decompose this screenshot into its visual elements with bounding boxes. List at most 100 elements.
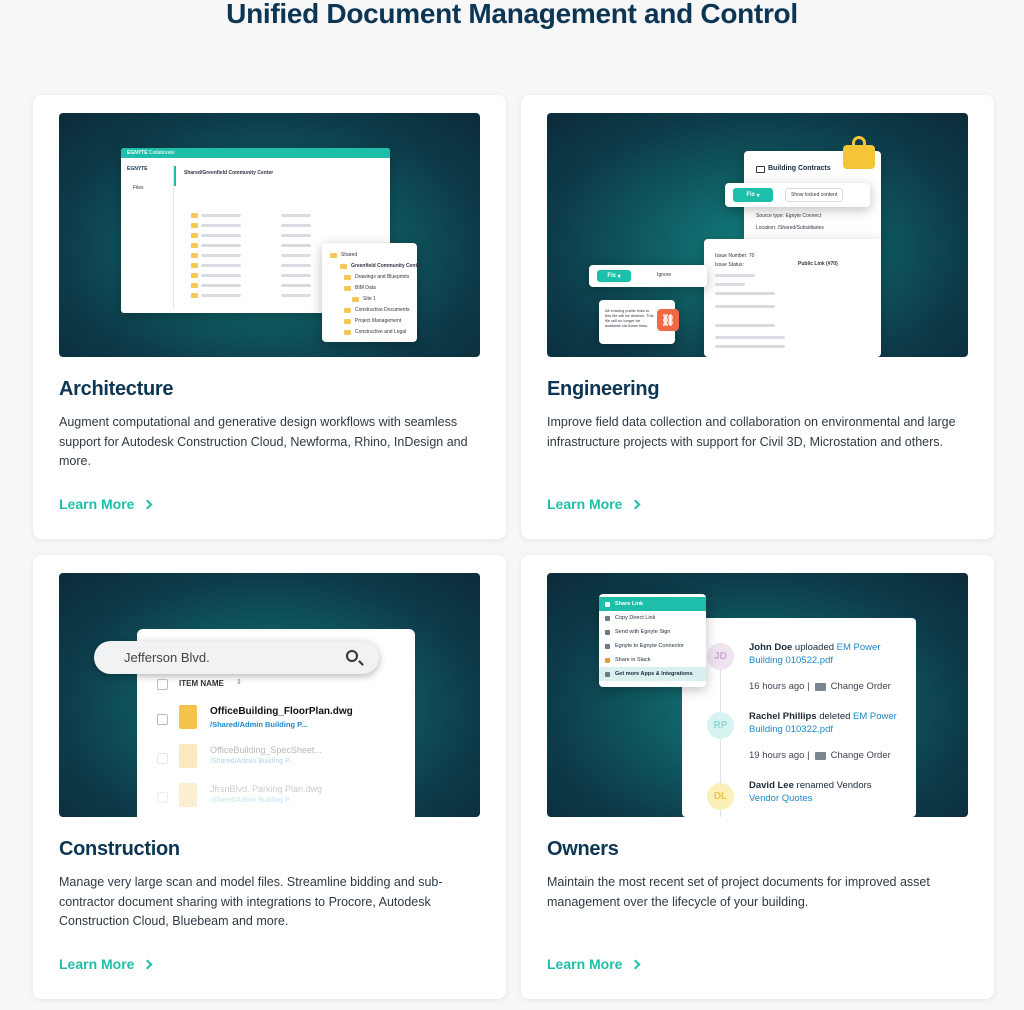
- event-action: renamed Vendors: [796, 780, 872, 791]
- row-bar: [201, 214, 241, 217]
- tree-item[interactable]: Drawings and Blueprints: [355, 274, 409, 280]
- search-input[interactable]: Jefferson Blvd.: [124, 650, 210, 665]
- event-time: 16 hours ago | Change Order: [749, 681, 891, 692]
- file-row[interactable]: OfficeBuilding_SpecSheet... /Shared/Admi…: [157, 740, 407, 772]
- detail-bar: [715, 336, 785, 339]
- brand-mark: EGNYTE: [127, 166, 148, 172]
- tree-item[interactable]: Site 1: [363, 296, 376, 302]
- search-icon[interactable]: [346, 650, 358, 662]
- actor-name[interactable]: David Lee: [749, 780, 794, 791]
- learn-more-link[interactable]: Learn More: [547, 956, 641, 972]
- file-row[interactable]: JfrsnBlvd. Parking Plan.dwg /Shared/Admi…: [157, 779, 407, 811]
- menu-item-egnyte-sign[interactable]: Send with Egnyte Sign: [599, 625, 706, 639]
- file-name[interactable]: OfficeBuilding_SpecSheet...: [210, 745, 322, 755]
- detail-bar: [715, 283, 745, 286]
- menu-label: Share in Slack: [615, 657, 651, 663]
- row-checkbox[interactable]: [157, 753, 168, 764]
- share-menu: Share Link Copy Direct Link Send with Eg…: [599, 594, 706, 687]
- file-path[interactable]: /Shared/Admin Building P...: [210, 720, 307, 729]
- chevron-right-icon: [631, 499, 641, 509]
- card-description: Manage very large scan and model files. …: [59, 875, 443, 928]
- tree-item[interactable]: Constructive Documents: [355, 307, 409, 313]
- actor-name[interactable]: John Doe: [749, 642, 792, 653]
- event-folder[interactable]: Change Order: [831, 750, 891, 761]
- connector-icon: [605, 643, 610, 649]
- panel-title: Building Contracts: [768, 165, 831, 172]
- folder-icon: [344, 286, 351, 291]
- engineering-visual: Building Contracts Source type: Egnyte C…: [547, 113, 968, 357]
- file-icon: [179, 744, 197, 768]
- menu-item-connector[interactable]: Egnyte to Egnyte Connector: [599, 639, 706, 653]
- file-name[interactable]: OfficeBuilding_FloorPlan.dwg: [210, 706, 353, 717]
- menu-item-share-link[interactable]: Share Link: [599, 597, 706, 611]
- learn-more-label: Learn More: [59, 956, 135, 972]
- row-bar: [201, 274, 241, 277]
- actor-name[interactable]: Rachel Phillips: [749, 711, 817, 722]
- learn-more-link[interactable]: Learn More: [59, 496, 153, 512]
- issue-number: Issue Number: 70: [715, 253, 755, 259]
- select-all-checkbox[interactable]: [157, 679, 168, 690]
- tree-item[interactable]: Constructive and Legal: [355, 329, 406, 335]
- fix-button[interactable]: Fix ▾: [733, 188, 773, 202]
- event-folder[interactable]: Change Order: [831, 681, 891, 692]
- learn-more-link[interactable]: Learn More: [59, 956, 153, 972]
- folder-icon: [352, 297, 359, 302]
- menu-label: Share Link: [615, 601, 644, 607]
- folder-icon: [340, 264, 347, 269]
- tree-item[interactable]: BIM Data: [355, 285, 376, 291]
- file-name[interactable]: JfrsnBlvd. Parking Plan.dwg: [210, 784, 322, 794]
- construction-visual: Jefferson Blvd. ITEM NAME ⇕ OfficeBuildi…: [59, 573, 480, 817]
- show-locked-button[interactable]: Show locked content: [785, 188, 844, 202]
- row-checkbox[interactable]: [157, 714, 168, 725]
- tree-item[interactable]: Greenfield Community Center: [351, 263, 422, 269]
- chevron-right-icon: [631, 959, 641, 969]
- share-icon: [605, 601, 610, 607]
- location: Location: /Shared/Subsidiaries: [756, 225, 824, 231]
- row-bar: [281, 264, 311, 267]
- card-title: Engineering: [547, 378, 660, 400]
- row-bar: [201, 264, 241, 267]
- card-owners: JD John Doe uploaded EM Power Building 0…: [521, 555, 994, 999]
- issue-status: Issue Status:: [715, 262, 744, 268]
- sidebar-files[interactable]: Files: [133, 185, 144, 191]
- menu-label: Copy Direct Link: [615, 615, 656, 621]
- avatar-initials: JD: [714, 651, 727, 662]
- file-path[interactable]: /Shared/Admin Building P...: [210, 758, 295, 765]
- page-title: Unified Document Management and Control: [226, 0, 798, 29]
- event-target-link[interactable]: Vendor Quotes: [749, 793, 812, 804]
- card-description: Improve field data collection and collab…: [547, 415, 956, 449]
- file-row[interactable]: OfficeBuilding_FloorPlan.dwg /Shared/Adm…: [157, 701, 407, 733]
- card-architecture: EGNYTE Collaborate EGNYTE Files Shared/G…: [33, 95, 506, 539]
- menu-item-copy-link[interactable]: Copy Direct Link: [599, 611, 706, 625]
- learn-more-label: Learn More: [547, 496, 623, 512]
- fix-label: Fix: [746, 192, 755, 198]
- row-bar: [281, 234, 311, 237]
- learn-more-label: Learn More: [547, 956, 623, 972]
- search-bar[interactable]: Jefferson Blvd.: [94, 641, 379, 674]
- lock-icon: [843, 136, 875, 169]
- folder-icon: [191, 293, 198, 298]
- menu-item-more-apps[interactable]: Get more Apps & Integrations: [599, 667, 706, 681]
- ignore-button[interactable]: Ignore: [657, 272, 671, 278]
- row-bar: [201, 284, 241, 287]
- file-path[interactable]: /Shared/Admin Building P...: [210, 797, 295, 804]
- card-title: Owners: [547, 838, 619, 860]
- slack-icon: [605, 657, 610, 663]
- folder-icon: [344, 308, 351, 313]
- row-checkbox[interactable]: [157, 792, 168, 803]
- sign-icon: [605, 629, 610, 635]
- column-header[interactable]: ITEM NAME: [179, 679, 224, 688]
- learn-more-link[interactable]: Learn More: [547, 496, 641, 512]
- sort-icon[interactable]: ⇕: [236, 678, 242, 686]
- fix-button-small[interactable]: Fix ▾: [597, 270, 631, 282]
- owners-visual: JD John Doe uploaded EM Power Building 0…: [547, 573, 968, 817]
- row-bar: [201, 234, 241, 237]
- row-bar: [281, 254, 311, 257]
- tree-item[interactable]: Project Management: [355, 318, 401, 324]
- row-bar: [281, 284, 311, 287]
- tree-item[interactable]: Shared: [341, 252, 357, 258]
- menu-item-slack[interactable]: Share in Slack: [599, 653, 706, 667]
- card-engineering: Building Contracts Source type: Egnyte C…: [521, 95, 994, 539]
- folder-icon: [191, 253, 198, 258]
- folder-icon: [814, 751, 826, 760]
